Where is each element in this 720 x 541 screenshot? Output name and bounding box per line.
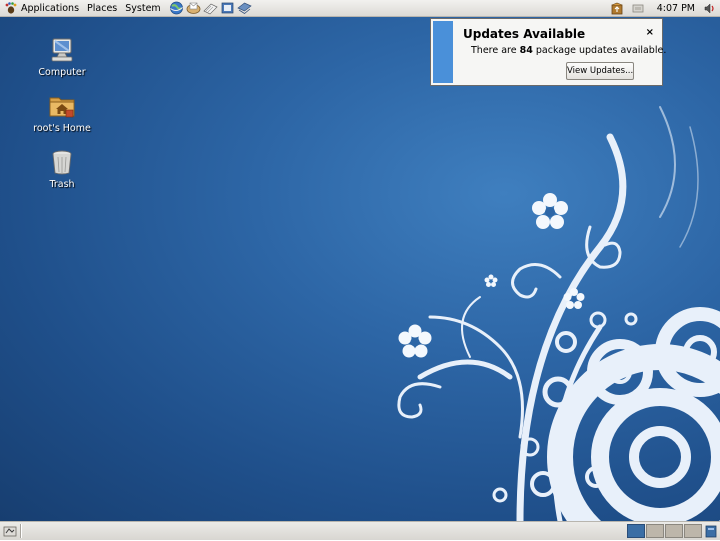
clock[interactable]: 4:07 PM bbox=[647, 3, 701, 14]
update-notifier-icon[interactable] bbox=[609, 1, 625, 17]
computer-icon bbox=[47, 35, 77, 65]
web-browser-icon[interactable] bbox=[169, 1, 185, 15]
desktop-icon-label: Trash bbox=[49, 179, 75, 190]
update-count: 84 bbox=[519, 45, 533, 56]
workspace-3[interactable] bbox=[665, 524, 683, 538]
workspace-4[interactable] bbox=[684, 524, 702, 538]
notes-icon[interactable] bbox=[220, 1, 236, 15]
mail-client-icon[interactable] bbox=[186, 1, 202, 15]
system-menu[interactable]: System bbox=[121, 0, 164, 17]
gnome-foot-icon bbox=[4, 1, 18, 15]
desktop-icon-home[interactable]: root's Home bbox=[24, 91, 100, 134]
trash-icon bbox=[47, 147, 77, 177]
message-suffix: package updates available. bbox=[532, 45, 667, 56]
top-panel: Applications Places System 4:07 PM bbox=[0, 0, 720, 17]
notification-title: Updates Available bbox=[463, 27, 586, 41]
applications-menu[interactable]: Applications bbox=[0, 0, 83, 17]
volume-icon[interactable] bbox=[701, 1, 717, 17]
desktop-icon-label: Computer bbox=[38, 67, 86, 78]
text-editor-icon[interactable] bbox=[203, 1, 219, 15]
wallpaper-artwork bbox=[397, 106, 720, 521]
workspace-switcher bbox=[627, 524, 703, 538]
network-icon[interactable] bbox=[629, 1, 647, 17]
bottom-panel bbox=[0, 521, 720, 540]
show-desktop-icon[interactable] bbox=[2, 523, 18, 539]
close-icon[interactable]: × bbox=[646, 27, 654, 38]
places-menu-label: Places bbox=[87, 2, 118, 14]
system-menu-label: System bbox=[125, 2, 161, 14]
places-menu[interactable]: Places bbox=[83, 0, 121, 17]
desktop-icon-computer[interactable]: Computer bbox=[24, 35, 100, 78]
message-prefix: There are bbox=[471, 45, 520, 56]
home-folder-icon bbox=[47, 91, 77, 121]
workspace-1[interactable] bbox=[627, 524, 645, 538]
notification-message: There are 84 package updates available. bbox=[471, 45, 666, 56]
updates-notification: Updates Available × There are 84 package… bbox=[430, 18, 666, 86]
workspace-2[interactable] bbox=[646, 524, 664, 538]
desktop-icon-trash[interactable]: Trash bbox=[24, 147, 100, 190]
desktop-icon-label: root's Home bbox=[33, 123, 91, 134]
trash-applet-icon[interactable] bbox=[704, 524, 718, 538]
notification-area: 4:07 PM bbox=[609, 0, 720, 17]
help-icon[interactable] bbox=[237, 1, 253, 15]
panel-separator bbox=[20, 524, 22, 538]
applications-menu-label: Applications bbox=[21, 2, 80, 14]
desktop[interactable]: Computer root's Home Trash bbox=[0, 17, 720, 521]
view-updates-button[interactable]: View Updates... bbox=[566, 62, 634, 80]
launcher-area bbox=[169, 1, 253, 15]
notification-accent-stripe bbox=[433, 21, 453, 83]
